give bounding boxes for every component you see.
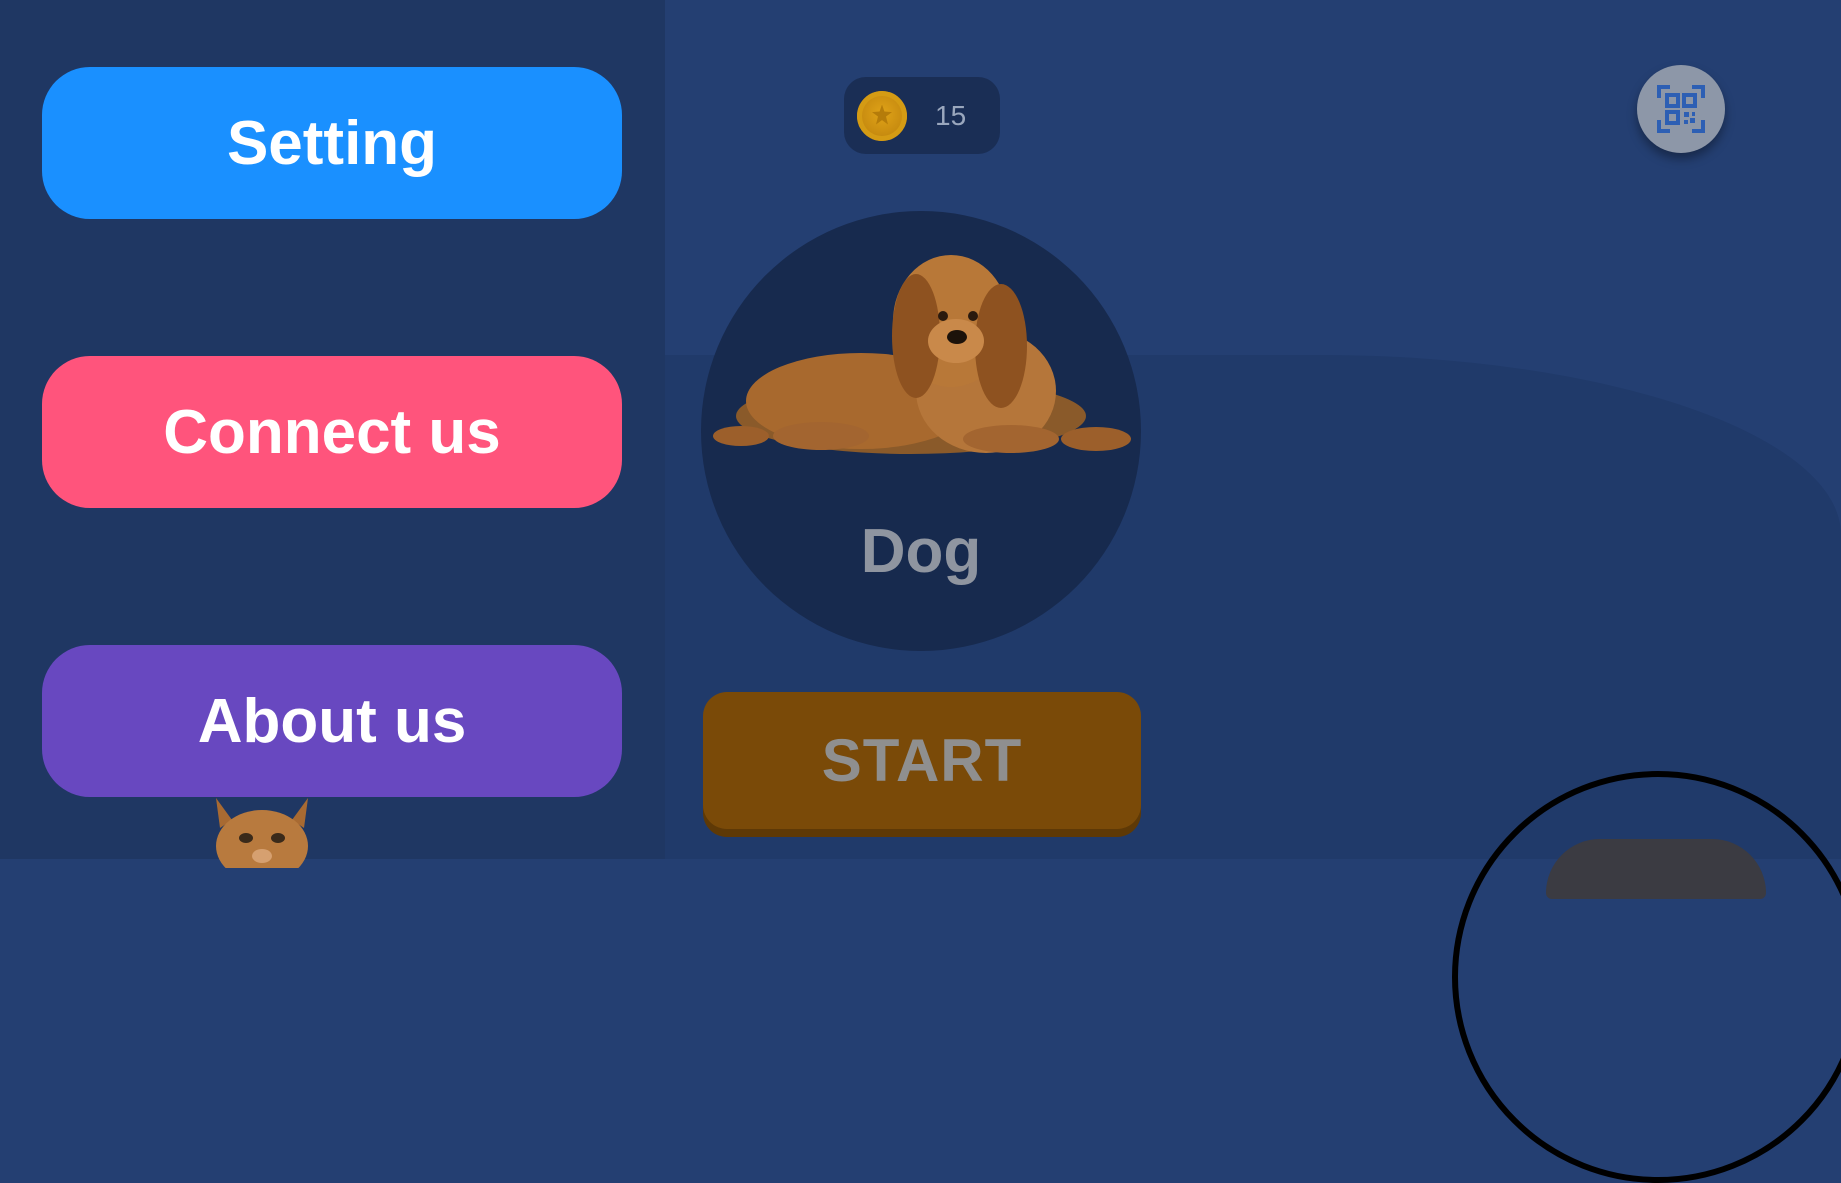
animal-name: Dog — [860, 517, 982, 586]
about-us-button[interactable]: About us — [42, 645, 622, 797]
coin-icon — [857, 90, 907, 141]
cat-image — [216, 798, 308, 868]
coin-count: 15 — [935, 99, 967, 131]
qr-scan-icon — [1657, 85, 1705, 133]
connect-us-button[interactable]: Connect us — [42, 356, 622, 508]
animal-option-circle[interactable] — [1452, 771, 1841, 1183]
animal-selector[interactable]: Dog — [701, 211, 1141, 651]
coin-counter: 15 — [844, 77, 1000, 154]
side-drawer: Setting Connect us About us — [0, 0, 665, 868]
qr-scan-button[interactable] — [1637, 65, 1725, 153]
start-button[interactable]: START — [703, 692, 1141, 829]
setting-button[interactable]: Setting — [42, 67, 622, 219]
dog-image — [713, 255, 1131, 454]
animal-thumbnail — [1546, 839, 1766, 899]
